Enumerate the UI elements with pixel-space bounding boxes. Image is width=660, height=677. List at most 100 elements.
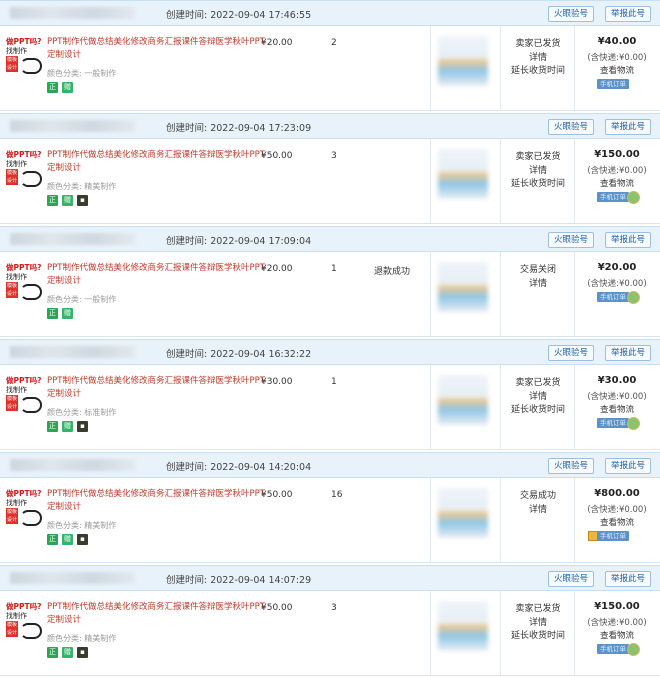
eco-icon xyxy=(627,291,640,304)
column-divider xyxy=(500,365,501,449)
product-spec: 颜色分类: 精美制作 xyxy=(47,182,117,191)
extend-receipt-link[interactable]: 延长收货时间 xyxy=(504,176,572,189)
verify-account-button[interactable]: 火眼验号 xyxy=(548,119,595,135)
buyer-info-blurred xyxy=(438,262,488,312)
verify-account-button[interactable]: 火眼验号 xyxy=(548,232,595,248)
order-body: 做PPT吗? 找制作 模板设计 PPT制作代做总结美化修改商务汇报课件答辩医学秋叶PP… xyxy=(0,478,660,563)
shipping-fee: (含快递:¥0.00) xyxy=(587,505,647,515)
gift-icon[interactable]: 赠 xyxy=(62,647,73,658)
verify-account-button[interactable]: 火眼验号 xyxy=(548,571,595,587)
thumbnail-subtext: 找制作 xyxy=(6,499,27,507)
product-spec: 颜色分类: 一般制作 xyxy=(47,295,117,304)
product-title-link[interactable]: PPT制作代做总结美化修改商务汇报课件答辩医学秋叶PPT定制设计 xyxy=(47,488,273,514)
order-detail-link[interactable]: 详情 xyxy=(504,163,572,176)
package-icon[interactable]: ▪ xyxy=(77,195,88,206)
product-thumbnail[interactable]: 做PPT吗? 找制作 模板设计 xyxy=(6,149,42,197)
view-logistics-link[interactable]: 查看物流 xyxy=(577,64,657,76)
column-divider xyxy=(500,252,501,336)
order-number-blurred xyxy=(10,459,135,471)
report-account-button[interactable]: 举报此号 xyxy=(605,6,652,22)
product-title-link[interactable]: PPT制作代做总结美化修改商务汇报课件答辩医学秋叶PPT定制设计 xyxy=(47,36,273,62)
quantity: 16 xyxy=(331,490,343,500)
view-logistics-link[interactable]: 查看物流 xyxy=(577,403,657,415)
gift-icon[interactable]: 赠 xyxy=(62,82,73,93)
created-time: 创建时间: 2022-09-04 16:32:22 xyxy=(166,349,312,360)
gift-icon[interactable]: 赠 xyxy=(62,195,73,206)
order-status: 交易关闭 xyxy=(519,265,556,275)
order-detail-link[interactable]: 详情 xyxy=(504,502,572,515)
order-detail-link[interactable]: 详情 xyxy=(504,615,572,628)
product-spec: 颜色分类: 精美制作 xyxy=(47,634,117,643)
handheld-order-badge: 手机订单 xyxy=(597,644,629,654)
product-title-link[interactable]: PPT制作代做总结美化修改商务汇报课件答辩医学秋叶PPT定制设计 xyxy=(47,262,273,288)
order-block: 创建时间: 2022-09-04 16:32:22 火眼验号 举报此号做PPT吗? 找… xyxy=(0,339,660,451)
order-number-blurred xyxy=(10,7,135,19)
package-icon[interactable]: ▪ xyxy=(77,421,88,432)
verify-account-button[interactable]: 火眼验号 xyxy=(548,345,595,361)
guarantee-icon[interactable]: 正 xyxy=(47,647,58,658)
guarantee-icon[interactable]: 正 xyxy=(47,421,58,432)
verify-account-button[interactable]: 火眼验号 xyxy=(548,458,595,474)
gift-icon[interactable]: 赠 xyxy=(62,421,73,432)
view-logistics-link[interactable]: 查看物流 xyxy=(577,516,657,528)
guarantee-icon[interactable]: 正 xyxy=(47,308,58,319)
guarantee-icon[interactable]: 正 xyxy=(47,82,58,93)
service-tags: 正赠 ▪ xyxy=(47,647,92,659)
order-header: 创建时间: 2022-09-04 17:09:04 火眼验号 举报此号 xyxy=(0,226,660,252)
order-detail-link[interactable]: 详情 xyxy=(504,389,572,402)
column-divider xyxy=(574,252,575,336)
product-title-link[interactable]: PPT制作代做总结美化修改商务汇报课件答辩医学秋叶PPT定制设计 xyxy=(47,375,273,401)
thumbnail-subtext: 找制作 xyxy=(6,386,27,394)
product-thumbnail[interactable]: 做PPT吗? 找制作 模板设计 xyxy=(6,262,42,310)
product-thumbnail[interactable]: 做PPT吗? 找制作 模板设计 xyxy=(6,375,42,423)
guarantee-icon[interactable]: 正 xyxy=(47,534,58,545)
extend-receipt-link[interactable]: 延长收货时间 xyxy=(504,628,572,641)
order-body: 做PPT吗? 找制作 模板设计 PPT制作代做总结美化修改商务汇报课件答辩医学秋叶PP… xyxy=(0,365,660,450)
extend-receipt-link[interactable]: 延长收货时间 xyxy=(504,402,572,415)
service-tags: 正赠 xyxy=(47,82,77,94)
guarantee-icon[interactable]: 正 xyxy=(47,195,58,206)
product-thumbnail[interactable]: 做PPT吗? 找制作 模板设计 xyxy=(6,36,42,84)
quantity: 1 xyxy=(331,377,337,387)
quantity: 3 xyxy=(331,151,337,161)
report-account-button[interactable]: 举报此号 xyxy=(605,119,652,135)
product-title-link[interactable]: PPT制作代做总结美化修改商务汇报课件答辩医学秋叶PPT定制设计 xyxy=(47,149,273,175)
product-thumbnail[interactable]: 做PPT吗? 找制作 模板设计 xyxy=(6,488,42,536)
refund-status-link[interactable]: 退款成功 xyxy=(374,264,410,277)
product-spec: 颜色分类: 精美制作 xyxy=(47,521,117,530)
order-number-blurred xyxy=(10,120,135,132)
order-block: 创建时间: 2022-09-04 14:20:04 火眼验号 举报此号 做PPT吗? 找… xyxy=(0,452,660,564)
thumbnail-subtext: 找制作 xyxy=(6,160,27,168)
mouse-icon xyxy=(20,171,42,187)
package-icon[interactable]: ▪ xyxy=(77,534,88,545)
column-divider xyxy=(574,139,575,223)
order-number-blurred xyxy=(10,572,135,584)
thumbnail-badge: 模板设计 xyxy=(6,56,18,72)
thumbnail-subtext: 找制作 xyxy=(6,47,27,55)
report-account-button[interactable]: 举报此号 xyxy=(605,571,652,587)
report-account-button[interactable]: 举报此号 xyxy=(605,458,652,474)
extend-receipt-link[interactable]: 延长收货时间 xyxy=(504,63,572,76)
product-title-link[interactable]: PPT制作代做总结美化修改商务汇报课件答辩医学秋叶PPT定制设计 xyxy=(47,601,273,627)
gift-icon[interactable]: 赠 xyxy=(62,534,73,545)
order-detail-link[interactable]: 详情 xyxy=(504,50,572,63)
verify-account-button[interactable]: 火眼验号 xyxy=(548,6,595,22)
order-detail-link[interactable]: 详情 xyxy=(504,276,572,289)
order-header: 创建时间: 2022-09-04 17:23:09 火眼验号 举报此号 xyxy=(0,113,660,139)
buyer-info-blurred xyxy=(438,601,488,651)
report-account-button[interactable]: 举报此号 xyxy=(605,345,652,361)
gift-icon[interactable]: 赠 xyxy=(62,308,73,319)
column-divider xyxy=(500,139,501,223)
view-logistics-link[interactable]: 查看物流 xyxy=(577,177,657,189)
product-spec: 颜色分类: 一般制作 xyxy=(47,69,117,78)
package-icon[interactable]: ▪ xyxy=(77,647,88,658)
order-block: 创建时间: 2022-09-04 17:23:09 火眼验号 举报此号做PPT吗? 找… xyxy=(0,113,660,225)
column-divider xyxy=(430,252,431,336)
mouse-icon xyxy=(20,510,42,526)
view-logistics-link[interactable]: 查看物流 xyxy=(577,629,657,641)
service-tags: 正赠 ▪ xyxy=(47,534,92,546)
report-account-button[interactable]: 举报此号 xyxy=(605,232,652,248)
order-status: 交易成功 xyxy=(519,491,556,501)
column-divider xyxy=(430,139,431,223)
mouse-icon xyxy=(20,284,42,300)
